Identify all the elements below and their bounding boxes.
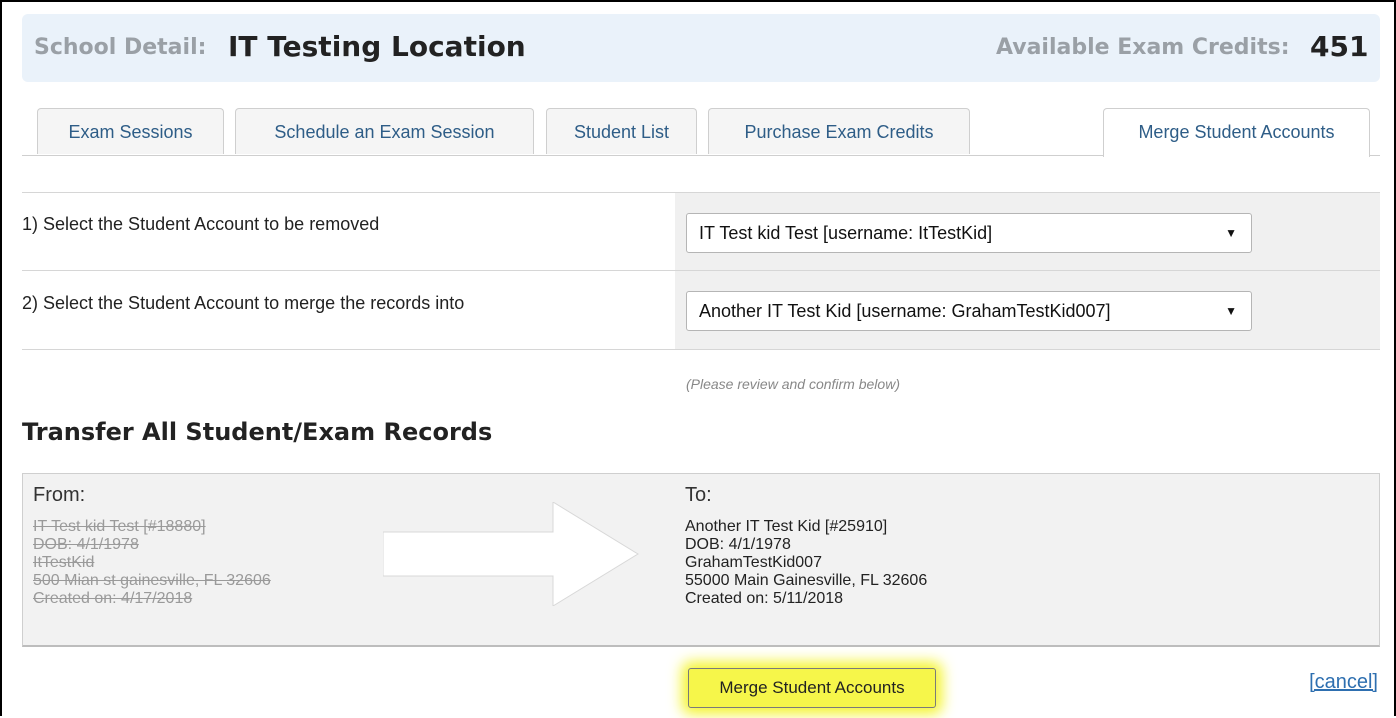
from-record: IT Test kid Test [#18880] DOB: 4/1/1978 … <box>33 518 271 608</box>
tab-schedule-exam-session[interactable]: Schedule an Exam Session <box>235 108 534 154</box>
tab-student-list[interactable]: Student List <box>546 108 697 154</box>
tab-exam-sessions[interactable]: Exam Sessions <box>37 108 224 154</box>
from-dob: DOB: 4/1/1978 <box>33 536 139 553</box>
from-label: From: <box>33 484 86 506</box>
from-name: IT Test kid Test [#18880] <box>33 518 206 535</box>
step2-label: 2) Select the Student Account to merge t… <box>22 293 465 313</box>
from-created: Created on: 4/17/2018 <box>33 590 193 607</box>
credits-label: Available Exam Credits: <box>996 35 1290 60</box>
credits-value: 451 <box>1310 30 1369 63</box>
chevron-down-icon: ▼ <box>1225 226 1237 240</box>
from-username: ItTestKid <box>33 554 95 571</box>
remove-account-value: IT Test kid Test [username: ItTestKid] <box>699 223 993 243</box>
to-username: GrahamTestKid007 <box>685 554 822 571</box>
to-label: To: <box>685 484 712 506</box>
to-name: Another IT Test Kid [#25910] <box>685 518 888 535</box>
tab-merge-student-accounts[interactable]: Merge Student Accounts <box>1103 108 1370 157</box>
merge-accounts-button[interactable]: Merge Student Accounts <box>688 668 936 708</box>
to-address: 55000 Main Gainesville, FL 32606 <box>685 572 928 589</box>
school-label: School Detail: <box>34 35 207 60</box>
remove-account-select[interactable]: IT Test kid Test [username: ItTestKid] ▼ <box>686 213 1252 253</box>
school-name: IT Testing Location <box>228 30 526 63</box>
school-header: School Detail: IT Testing Location Avail… <box>22 14 1380 82</box>
step1-label: 1) Select the Student Account to be remo… <box>22 214 380 234</box>
row-divider <box>22 349 1380 350</box>
chevron-down-icon: ▼ <box>1225 304 1237 318</box>
from-address: 500 Mian st gainesville, FL 32606 <box>33 572 271 589</box>
merge-into-account-value: Another IT Test Kid [username: GrahamTes… <box>699 301 1111 321</box>
cancel-link[interactable]: [cancel] <box>1309 671 1378 694</box>
transfer-panel: From: IT Test kid Test [#18880] DOB: 4/1… <box>22 473 1380 647</box>
merge-into-account-select[interactable]: Another IT Test Kid [username: GrahamTes… <box>686 291 1252 331</box>
section-title: Transfer All Student/Exam Records <box>22 418 493 446</box>
arrow-right-icon <box>383 502 639 606</box>
to-dob: DOB: 4/1/1978 <box>685 536 791 553</box>
to-record: Another IT Test Kid [#25910] DOB: 4/1/19… <box>685 518 927 608</box>
review-note: (Please review and confirm below) <box>686 376 900 392</box>
tab-purchase-exam-credits[interactable]: Purchase Exam Credits <box>708 108 970 154</box>
to-created: Created on: 5/11/2018 <box>685 590 844 607</box>
